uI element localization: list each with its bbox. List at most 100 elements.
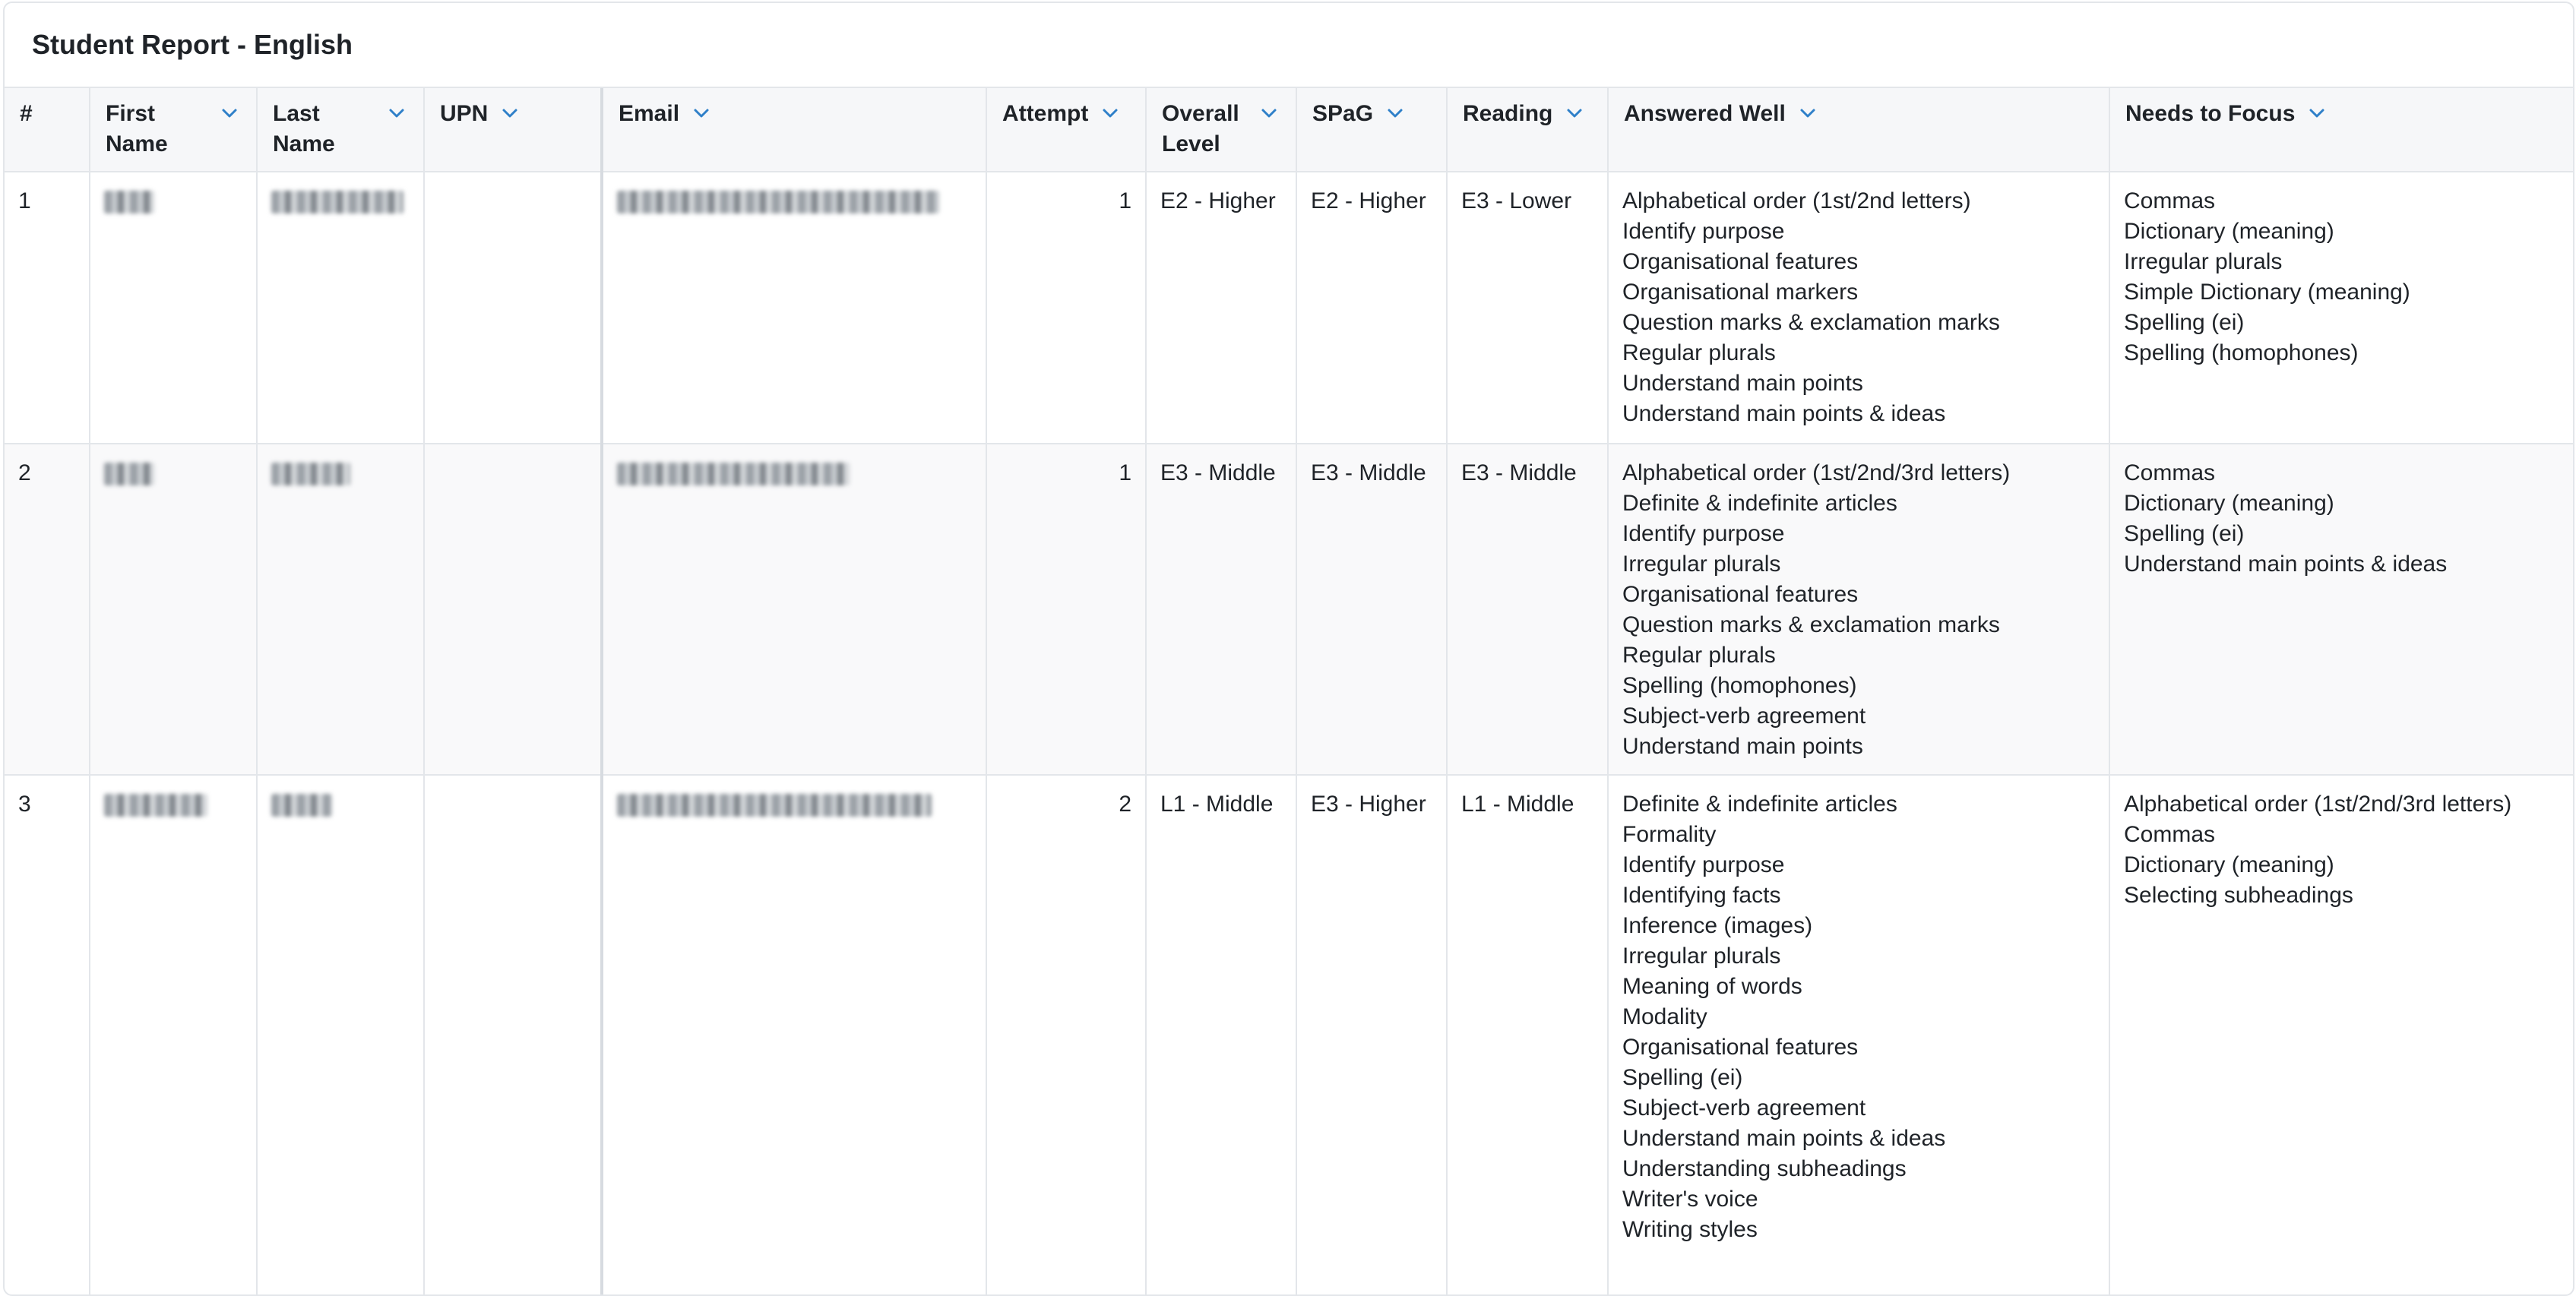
- list-item: Spelling (ei): [2124, 310, 2245, 335]
- list-item: Dictionary (meaning): [2124, 852, 2334, 877]
- chevron-down-icon[interactable]: [387, 99, 408, 129]
- cell-index: 2: [5, 444, 90, 776]
- list-item: Organisational features: [1622, 1035, 1859, 1060]
- list-item: Spelling (ei): [1622, 1065, 1743, 1090]
- cell-email: [602, 775, 987, 1294]
- cell-overall-level: E3 - Middle: [1146, 444, 1297, 776]
- column-header-label: Overall Level: [1162, 101, 1239, 156]
- cell-first-name: [90, 775, 258, 1294]
- list-item: Understand main points: [1622, 371, 1863, 396]
- cell-reading: E3 - Middle: [1447, 444, 1609, 776]
- column-header-attempt[interactable]: Attempt: [986, 88, 1147, 172]
- column-header-last-name[interactable]: Last Name: [257, 88, 425, 172]
- list-item: Commas: [2124, 822, 2216, 847]
- cell-needs-to-focus: Alphabetical order (1st/2nd/3rd letters)…: [2109, 775, 2573, 1294]
- list-item: Modality: [1622, 1004, 1707, 1029]
- cell-answered-well: Definite & indefinite articles Formality…: [1608, 775, 2110, 1294]
- list-item: Irregular plurals: [2124, 249, 2283, 274]
- cell-reading: E3 - Lower: [1447, 172, 1609, 444]
- column-header-upn[interactable]: UPN: [424, 88, 603, 172]
- cell-first-name: [90, 444, 258, 776]
- cell-attempt: 1: [986, 172, 1147, 444]
- student-report-table: # First Name Last Name UPN Email Attempt…: [5, 88, 2573, 1294]
- list-item: Meaning of words: [1622, 974, 1802, 999]
- column-header-needs-to-focus[interactable]: Needs to Focus: [2109, 88, 2573, 172]
- chevron-down-icon[interactable]: [1565, 99, 1586, 129]
- column-header-label: SPaG: [1312, 101, 1374, 126]
- cell-first-name: [90, 172, 258, 444]
- cell-spag: E2 - Higher: [1296, 172, 1448, 444]
- table-row[interactable]: 2 1 E3 - Middle E3 - Middle E3 - Middle …: [5, 444, 2573, 776]
- chevron-down-icon[interactable]: [1385, 99, 1407, 129]
- redacted-last-name: [271, 191, 403, 213]
- list-item: Inference (images): [1622, 913, 1813, 938]
- list-item: Identify purpose: [1622, 219, 1785, 244]
- chevron-down-icon[interactable]: [1259, 99, 1280, 129]
- list-item: Simple Dictionary (meaning): [2124, 280, 2410, 305]
- list-item: Regular plurals: [1622, 340, 1776, 365]
- list-item: Dictionary (meaning): [2124, 491, 2334, 516]
- cell-answered-well: Alphabetical order (1st/2nd/3rd letters)…: [1608, 444, 2110, 776]
- cell-attempt: 2: [986, 775, 1147, 1294]
- redacted-first-name: [104, 463, 154, 485]
- table-row[interactable]: 1 1 E2 - Higher E2 - Higher E3 - Lower A…: [5, 172, 2573, 444]
- cell-upn: [424, 444, 603, 776]
- column-header-label: Needs to Focus: [2125, 101, 2296, 126]
- list-item: Dictionary (meaning): [2124, 219, 2334, 244]
- list-item: Alphabetical order (1st/2nd/3rd letters): [1622, 460, 2011, 485]
- column-header-label: Attempt: [1002, 101, 1089, 126]
- chevron-down-icon[interactable]: [500, 99, 521, 129]
- chevron-down-icon[interactable]: [1100, 99, 1122, 129]
- table-row[interactable]: 3 2 L1 - Middle E3 - Higher L1 - Middle …: [5, 775, 2573, 1294]
- cell-overall-level: L1 - Middle: [1146, 775, 1297, 1294]
- list-item: Organisational features: [1622, 582, 1859, 607]
- list-item: Understand main points & ideas: [2124, 552, 2448, 577]
- table-header-row: # First Name Last Name UPN Email Attempt…: [5, 88, 2573, 172]
- column-header-reading[interactable]: Reading: [1447, 88, 1609, 172]
- redacted-email: [617, 794, 932, 817]
- list-item: Alphabetical order (1st/2nd/3rd letters): [2124, 792, 2512, 817]
- list-item: Writer's voice: [1622, 1187, 1758, 1212]
- list-item: Spelling (ei): [2124, 521, 2245, 546]
- column-header-label: Last Name: [273, 101, 335, 156]
- list-item: Commas: [2124, 460, 2216, 485]
- list-item: Identify purpose: [1622, 852, 1785, 877]
- cell-upn: [424, 172, 603, 444]
- column-header-overall-level[interactable]: Overall Level: [1146, 88, 1297, 172]
- redacted-email: [617, 463, 850, 485]
- cell-last-name: [257, 172, 425, 444]
- redacted-first-name: [104, 191, 154, 213]
- cell-attempt: 1: [986, 444, 1147, 776]
- column-header-first-name[interactable]: First Name: [90, 88, 258, 172]
- column-header-label: Reading: [1463, 101, 1553, 126]
- cell-email: [602, 444, 987, 776]
- list-item: Organisational features: [1622, 249, 1859, 274]
- list-item: Subject-verb agreement: [1622, 1095, 1866, 1121]
- chevron-down-icon[interactable]: [220, 99, 241, 129]
- redacted-email: [617, 191, 939, 213]
- cell-email: [602, 172, 987, 444]
- column-header-spag[interactable]: SPaG: [1296, 88, 1448, 172]
- list-item: Definite & indefinite articles: [1622, 792, 1897, 817]
- chevron-down-icon[interactable]: [2307, 99, 2328, 129]
- column-header-label: First Name: [106, 101, 168, 156]
- chevron-down-icon[interactable]: [691, 99, 713, 129]
- cell-last-name: [257, 444, 425, 776]
- column-header-answered-well[interactable]: Answered Well: [1608, 88, 2110, 172]
- cell-overall-level: E2 - Higher: [1146, 172, 1297, 444]
- list-item: Regular plurals: [1622, 643, 1776, 668]
- chevron-down-icon[interactable]: [1798, 99, 1819, 129]
- list-item: Commas: [2124, 188, 2216, 213]
- student-report-card: Student Report - English # First Name La…: [3, 2, 2574, 1296]
- cell-last-name: [257, 775, 425, 1294]
- cell-spag: E3 - Higher: [1296, 775, 1448, 1294]
- list-item: Spelling (homophones): [2124, 340, 2359, 365]
- list-item: Writing styles: [1622, 1217, 1758, 1242]
- column-header-email[interactable]: Email: [602, 88, 987, 172]
- report-title: Student Report - English: [5, 3, 2573, 88]
- list-item: Organisational markers: [1622, 280, 1859, 305]
- column-header-index: #: [5, 88, 90, 172]
- list-item: Understand main points & ideas: [1622, 1126, 1946, 1151]
- column-header-label: UPN: [440, 101, 489, 126]
- cell-index: 3: [5, 775, 90, 1294]
